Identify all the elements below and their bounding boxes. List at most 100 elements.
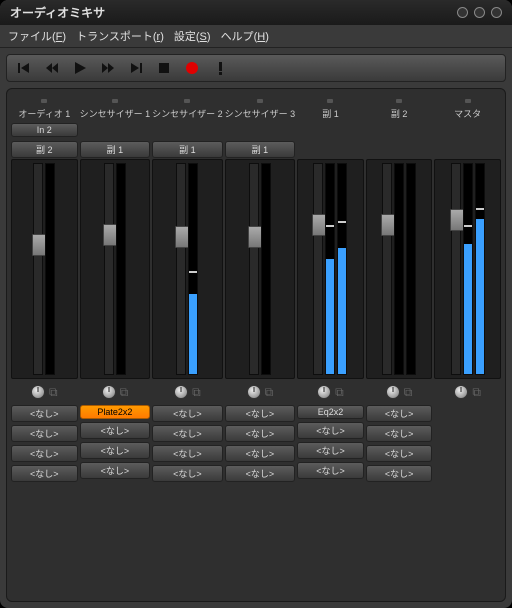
app-window: オーディオミキサ ファイル(F) トランスポート(r) 設定(S) ヘルプ(H)… xyxy=(0,0,512,608)
close-button[interactable] xyxy=(491,7,502,18)
fx-slot[interactable]: <なし> xyxy=(297,462,364,479)
fx-slot[interactable]: <なし> xyxy=(11,445,78,462)
fx-slot[interactable]: <なし> xyxy=(297,442,364,459)
level-meter xyxy=(325,163,335,375)
fader-handle[interactable] xyxy=(175,226,189,248)
channel-label: マスタ xyxy=(454,107,481,119)
forward-end-button[interactable] xyxy=(127,59,145,77)
fx-slot[interactable]: <なし> xyxy=(152,405,223,422)
fx-slot[interactable]: <なし> xyxy=(152,425,223,442)
fader-handle[interactable] xyxy=(32,234,46,256)
stereo-link-icon[interactable]: ⧉ xyxy=(335,385,344,400)
fx-slot[interactable]: <なし> xyxy=(225,425,296,442)
fader-track[interactable] xyxy=(382,163,392,375)
fader-meter-box xyxy=(297,159,364,379)
fx-slot[interactable]: <なし> xyxy=(366,425,433,442)
pan-knob[interactable] xyxy=(317,385,331,399)
send-select[interactable]: 副 1 xyxy=(80,141,151,158)
pan-knob[interactable] xyxy=(102,385,116,399)
fx-slots xyxy=(434,405,501,430)
menu-file[interactable]: ファイル(F) xyxy=(8,28,66,44)
minimize-button[interactable] xyxy=(457,7,468,18)
rewind-button[interactable] xyxy=(43,59,61,77)
level-meter xyxy=(116,163,126,375)
fx-slots: <なし> <なし> <なし> <なし> xyxy=(11,405,78,482)
pan-row: ⧉ xyxy=(366,383,433,401)
fx-slot[interactable]: <なし> xyxy=(297,422,364,439)
fader-meter-box xyxy=(152,159,223,379)
stereo-link-icon[interactable]: ⧉ xyxy=(472,385,481,400)
menu-transport[interactable]: トランスポート(r) xyxy=(76,28,164,44)
stereo-link-icon[interactable]: ⧉ xyxy=(120,385,129,400)
fader-handle[interactable] xyxy=(248,226,262,248)
fader-track[interactable] xyxy=(249,163,259,375)
fx-slot[interactable]: <なし> xyxy=(366,405,433,422)
fx-slot[interactable]: <なし> xyxy=(366,445,433,462)
fast-forward-button[interactable] xyxy=(99,59,117,77)
pan-row: ⧉ xyxy=(152,383,223,401)
fader-track[interactable] xyxy=(313,163,323,375)
send-select[interactable]: 副 1 xyxy=(152,141,223,158)
rewind-start-button[interactable] xyxy=(15,59,33,77)
fx-slot[interactable]: <なし> xyxy=(152,465,223,482)
activity-led xyxy=(184,99,190,103)
fader-meter-box xyxy=(225,159,296,379)
menu-help[interactable]: ヘルプ(H) xyxy=(221,28,269,44)
send-select[interactable]: 副 2 xyxy=(11,141,78,158)
fader-track[interactable] xyxy=(176,163,186,375)
stop-button[interactable] xyxy=(155,59,173,77)
fader-handle[interactable] xyxy=(381,214,395,236)
fx-slot[interactable]: <なし> xyxy=(366,465,433,482)
fx-slot[interactable]: <なし> xyxy=(225,445,296,462)
fx-slot[interactable]: <なし> xyxy=(80,442,151,459)
fader-track[interactable] xyxy=(33,163,43,375)
activity-led xyxy=(112,99,118,103)
level-meter xyxy=(261,163,271,375)
channel-label: 副 1 xyxy=(322,107,339,119)
input-select[interactable]: In 2 xyxy=(11,123,78,137)
stereo-link-icon[interactable]: ⧉ xyxy=(192,385,201,400)
level-meter xyxy=(475,163,485,375)
fx-slot[interactable]: <なし> xyxy=(11,405,78,422)
fx-slot[interactable]: Plate2x2 xyxy=(80,405,151,419)
fx-slot[interactable]: <なし> xyxy=(152,445,223,462)
channel-label: シンセサイザー 1 xyxy=(80,107,151,119)
level-meter xyxy=(45,163,55,375)
maximize-button[interactable] xyxy=(474,7,485,18)
activity-led xyxy=(327,99,333,103)
titlebar[interactable]: オーディオミキサ xyxy=(0,0,512,25)
menu-settings[interactable]: 設定(S) xyxy=(174,28,211,44)
fx-slot[interactable]: <なし> xyxy=(225,405,296,422)
play-button[interactable] xyxy=(71,59,89,77)
pan-row: ⧉ xyxy=(225,383,296,401)
channel-strip: シンセサイザー 1 副 1 ⧉ Plate2x2 <なし> <なし> <なし> xyxy=(80,97,151,482)
pan-knob[interactable] xyxy=(31,385,45,399)
fx-slot[interactable]: <なし> xyxy=(80,422,151,439)
panic-button[interactable] xyxy=(211,59,229,77)
fx-slot[interactable]: <なし> xyxy=(80,462,151,479)
channel-strip: 副 1 ⧉ Eq2x2 <なし> <なし> <なし> xyxy=(297,97,364,482)
stereo-link-icon[interactable]: ⧉ xyxy=(49,385,58,400)
pan-knob[interactable] xyxy=(386,385,400,399)
activity-led xyxy=(257,99,263,103)
transport-toolbar xyxy=(6,54,506,82)
fx-slot[interactable]: <なし> xyxy=(225,465,296,482)
fader-track[interactable] xyxy=(451,163,461,375)
fader-handle[interactable] xyxy=(312,214,326,236)
fader-handle[interactable] xyxy=(103,224,117,246)
pan-knob[interactable] xyxy=(247,385,261,399)
mixer-panel: オーディオ 1In 2副 2⧉<なし><なし><なし><なし>シンセサイザー 1… xyxy=(6,88,506,602)
fx-slot[interactable]: Eq2x2 xyxy=(297,405,364,419)
fx-slot[interactable]: <なし> xyxy=(11,425,78,442)
fader-track[interactable] xyxy=(104,163,114,375)
pan-knob[interactable] xyxy=(174,385,188,399)
fader-handle[interactable] xyxy=(450,209,464,231)
channel-label: オーディオ 1 xyxy=(18,107,70,119)
stereo-link-icon[interactable]: ⧉ xyxy=(404,385,413,400)
level-meter xyxy=(337,163,347,375)
record-button[interactable] xyxy=(183,59,201,77)
fx-slot[interactable]: <なし> xyxy=(11,465,78,482)
stereo-link-icon[interactable]: ⧉ xyxy=(265,385,274,400)
send-select[interactable]: 副 1 xyxy=(225,141,296,158)
pan-knob[interactable] xyxy=(454,385,468,399)
